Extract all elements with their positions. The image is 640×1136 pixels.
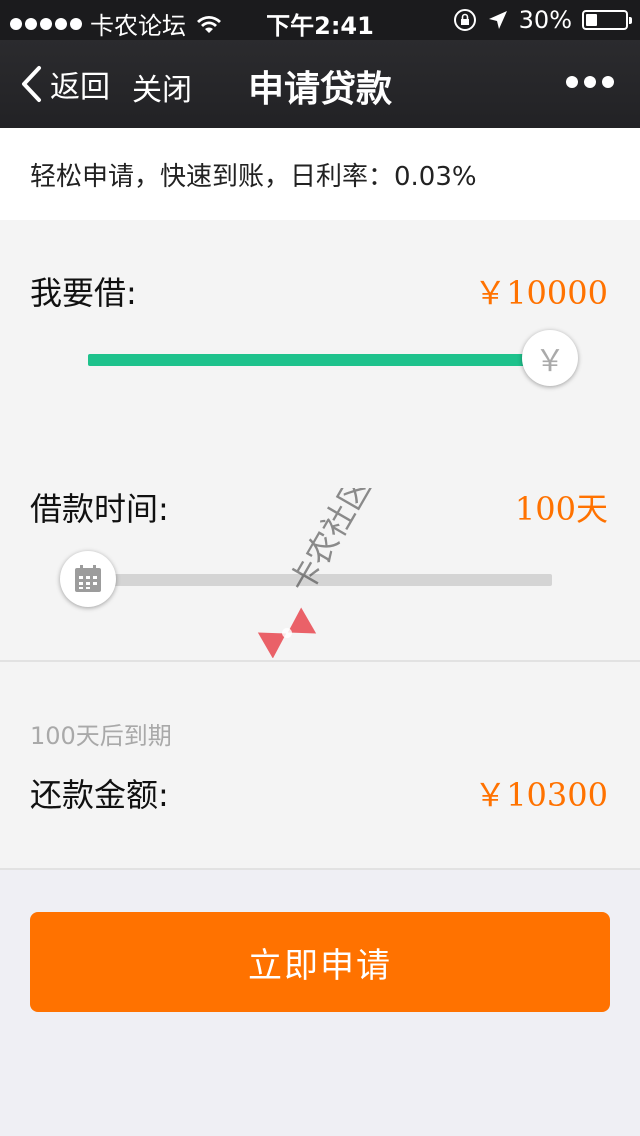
amount-label: 我要借: [30,274,137,312]
nav-bar: 返回 关闭 申请贷款 [0,40,640,128]
term-label: 借款时间: [30,490,169,528]
amount-value: ￥10000 [474,274,608,312]
term-value: 100天 [514,490,608,528]
more-options-icon[interactable] [566,76,614,88]
yuan-icon: ￥ [535,344,565,379]
section-divider [0,660,640,662]
repayment-label: 还款金额: [30,776,169,814]
term-slider-track[interactable] [88,574,552,586]
calendar-icon [75,565,101,592]
due-date-text: 100天后到期 [30,722,172,750]
close-button[interactable]: 关闭 [132,65,192,109]
rotation-lock-icon [453,9,476,31]
chevron-left-icon [22,66,41,102]
location-arrow-icon [488,11,507,29]
section-divider-bottom [0,868,640,870]
term-slider-knob[interactable] [60,551,116,607]
apply-now-button[interactable]: 立即申请 [30,912,610,1012]
back-label: 返回 [50,70,110,105]
tagline: 轻松申请，快速到账，日利率：0.03% [0,128,640,220]
battery-percent: 30% [518,6,572,34]
amount-slider-knob[interactable]: ￥ [522,330,578,386]
amount-slider-fill [88,354,552,366]
status-bar: 卡农论坛 下午2:41 30% [0,0,640,40]
battery-icon [582,10,632,30]
repayment-value: ￥10300 [474,776,608,814]
loan-form-panel: 我要借: ￥10000 ￥ 借款时间: 100天 100天后到期 还款金额: ￥… [0,220,640,870]
back-button[interactable]: 返回 [20,62,110,106]
